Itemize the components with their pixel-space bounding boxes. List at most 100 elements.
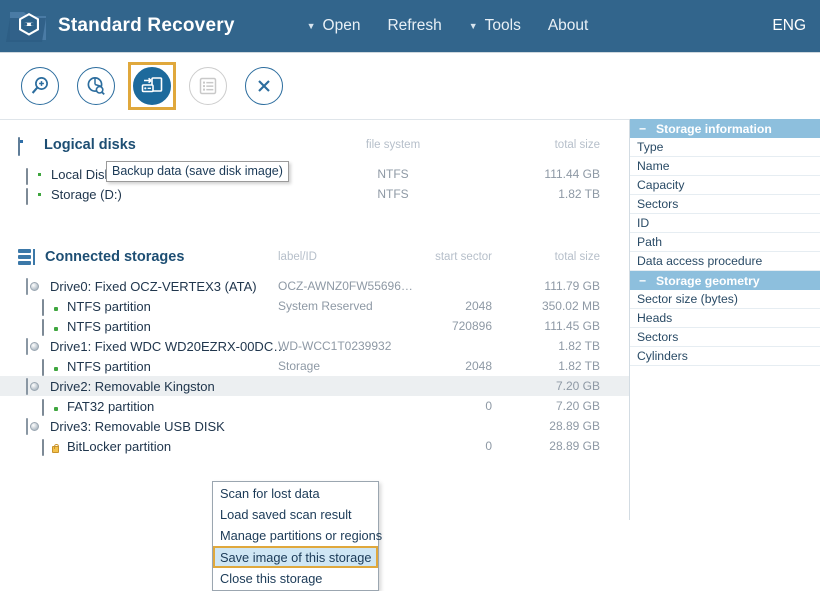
partition-icon [42, 399, 59, 416]
connected-storages-header: Connected storages label/ID start sector… [0, 244, 629, 270]
storage-start-sector: 2048 [465, 359, 492, 373]
hdd-icon [26, 187, 43, 205]
language-selector[interactable]: ENG [772, 17, 806, 35]
info-row-id: ID [630, 214, 820, 233]
menu-open-label[interactable]: Open [323, 17, 361, 35]
context-menu-item-manage[interactable]: Manage partitions or regions [213, 525, 382, 546]
cube-folder-logo-icon [6, 11, 46, 42]
table-row[interactable]: Drive0: Fixed OCZ-VERTEX3 (ATA) OCZ-AWNZ… [0, 276, 629, 296]
list-item[interactable]: Local Disk (C:) NTFS 111.44 GB [0, 164, 629, 185]
collapse-icon[interactable]: − [638, 274, 647, 288]
info-row-capacity: Capacity [630, 176, 820, 195]
context-menu-item-scan[interactable]: Scan for lost data [213, 483, 378, 504]
menu-tools[interactable]: ▼ Tools [469, 17, 521, 35]
save-disk-image-icon [141, 77, 163, 93]
page-title: Standard Recovery [58, 15, 235, 36]
hdd-icon [26, 167, 43, 185]
stacked-bars-icon [18, 249, 35, 265]
backup-data-button[interactable] [133, 67, 171, 105]
storage-label-id: System Reserved [278, 299, 373, 313]
menu-about[interactable]: About [548, 17, 589, 35]
table-row-selected[interactable]: Drive2: Removable Kingston 7.20 GB [0, 376, 629, 396]
chevron-down-icon: ▼ [468, 20, 478, 31]
list-lines-icon [199, 77, 217, 95]
toolbar-slot-analysis [72, 62, 120, 110]
column-header-start-sector: start sector [435, 251, 492, 263]
storage-geometry-header[interactable]: − Storage geometry [630, 271, 820, 290]
table-row[interactable]: NTFS partition System Reserved 2048 350.… [0, 296, 629, 316]
context-menu-item-save-image[interactable]: Save image of this storage [213, 546, 378, 568]
storage-name: Drive2: Removable Kingston [50, 378, 215, 394]
storage-name: Drive3: Removable USB DISK [50, 418, 225, 434]
drive-icon [26, 278, 42, 295]
storage-name: FAT32 partition [67, 398, 155, 414]
disk-file-system: NTFS [377, 167, 409, 181]
close-storage-button[interactable] [245, 67, 283, 105]
drive-icon [26, 418, 42, 435]
drive-icon [26, 338, 42, 355]
storage-label-id: Storage [278, 359, 321, 373]
geometry-row-cylinders: Cylinders [630, 347, 820, 366]
storage-name: Drive1: Fixed WDC WD20EZRX-00DC… [50, 338, 287, 354]
storage-geometry-title: Storage geometry [656, 273, 760, 288]
storage-label-id: WD-WCC1T0239932 [278, 339, 392, 353]
toolbar-slot-scan [16, 62, 64, 110]
connected-storages-title: Connected storages [45, 249, 185, 265]
partition-icon [42, 319, 59, 336]
menu-refresh[interactable]: Refresh [387, 17, 441, 35]
scan-for-lost-data-button[interactable] [21, 67, 59, 105]
disk-total-size: 1.82 TB [558, 187, 600, 201]
toolbar-slot-list [184, 62, 232, 110]
partition-icon [42, 359, 59, 376]
storage-total-size: 7.20 GB [555, 379, 600, 393]
storage-total-size: 111.45 GB [544, 319, 600, 333]
info-panel: − Storage information Type Name Capacity… [629, 119, 820, 520]
drive-icon [26, 378, 42, 395]
toolbar-tooltip: Backup data (save disk image) [106, 161, 289, 182]
close-x-icon [258, 80, 270, 92]
storage-start-sector: 0 [485, 439, 492, 453]
info-row-type: Type [630, 138, 820, 157]
pie-chart-search-icon [87, 77, 105, 96]
storage-total-size: 111.79 GB [544, 279, 600, 293]
storage-start-sector: 2048 [465, 299, 492, 313]
column-header-total-size: total size [554, 139, 600, 151]
geometry-row-sectors: Sectors [630, 328, 820, 347]
chevron-down-icon: ▼ [306, 20, 316, 31]
menu-tools-label[interactable]: Tools [485, 17, 521, 35]
storage-information-title: Storage information [656, 121, 772, 136]
table-row[interactable]: Drive1: Fixed WDC WD20EZRX-00DC… WD-WCC1… [0, 336, 629, 356]
geometry-row-sector-size: Sector size (bytes) [630, 290, 820, 309]
context-menu-item-load[interactable]: Load saved scan result [213, 504, 378, 525]
storage-start-sector: 0 [485, 399, 492, 413]
disk-analysis-button[interactable] [77, 67, 115, 105]
app-logo [0, 0, 58, 53]
table-row[interactable]: FAT32 partition 0 7.20 GB [0, 396, 629, 416]
context-menu-item-close[interactable]: Close this storage [213, 568, 378, 589]
disk-name: Storage (D:) [51, 186, 122, 202]
table-row[interactable]: NTFS partition Storage 2048 1.82 TB [0, 356, 629, 376]
storage-total-size: 28.89 GB [549, 439, 600, 453]
table-row[interactable]: BitLocker partition 0 28.89 GB [0, 436, 629, 456]
view-list-button [189, 67, 227, 105]
app-header: Standard Recovery ▼ Open Refresh ▼ Tools… [0, 0, 820, 53]
table-row[interactable]: NTFS partition 720896 111.45 GB [0, 316, 629, 336]
partition-lock-icon [42, 439, 60, 456]
menu-about-label[interactable]: About [548, 17, 589, 35]
storage-name: Drive0: Fixed OCZ-VERTEX3 (ATA) [50, 278, 257, 294]
menu-refresh-label[interactable]: Refresh [387, 17, 441, 35]
toolbar-slot-backup [128, 62, 176, 110]
storage-information-header[interactable]: − Storage information [630, 119, 820, 138]
collapse-icon[interactable]: − [638, 122, 647, 136]
logical-disks-header: Logical disks file system total size [0, 132, 629, 158]
column-header-file-system: file system [365, 139, 421, 151]
storage-total-size: 28.89 GB [549, 419, 600, 433]
column-header-total-size: total size [554, 251, 600, 263]
menu-open[interactable]: ▼ Open [307, 17, 361, 35]
disk-file-system: NTFS [377, 187, 409, 201]
table-row[interactable]: Drive3: Removable USB DISK 28.89 GB [0, 416, 629, 436]
list-item[interactable]: Storage (D:) NTFS 1.82 TB [0, 184, 629, 205]
storage-name: NTFS partition [67, 318, 151, 334]
storage-total-size: 350.02 MB [541, 299, 600, 313]
storage-total-size: 1.82 TB [558, 339, 600, 353]
